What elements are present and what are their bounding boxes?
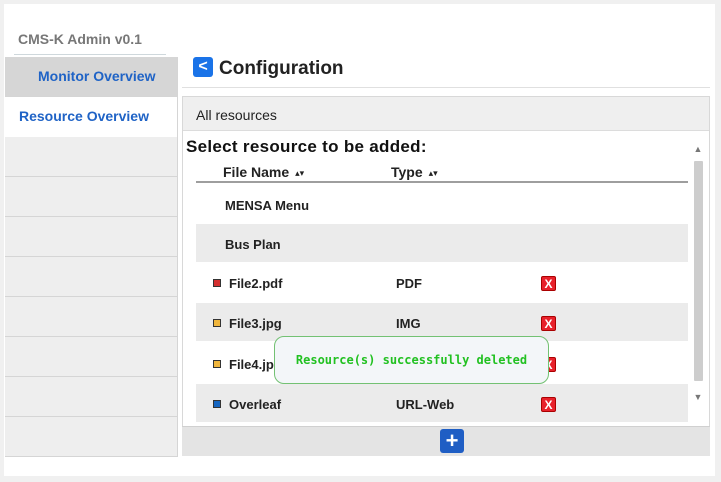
scroll-down-icon[interactable]: ▼ <box>692 391 704 403</box>
sidebar-empty-row <box>5 257 178 297</box>
scrollbar[interactable]: ▲ ▼ <box>692 143 704 403</box>
scrollbar-thumb[interactable] <box>694 161 703 381</box>
table-row[interactable]: File2.pdf PDF X <box>196 263 688 301</box>
sidebar-empty-row <box>5 337 178 377</box>
add-resource-button[interactable]: + <box>440 429 464 453</box>
close-icon: X <box>544 398 553 412</box>
back-button[interactable]: < <box>193 57 213 77</box>
resource-name: File2.pdf <box>229 276 283 291</box>
delete-button[interactable]: X <box>541 316 556 331</box>
section-heading: Select resource to be added: <box>186 137 427 156</box>
file-type-icon <box>213 360 221 368</box>
page-title: Configuration <box>219 58 344 79</box>
sidebar: Monitor Overview Resource Overview <box>5 57 178 457</box>
sidebar-empty-row <box>5 137 178 177</box>
close-icon: X <box>544 277 553 291</box>
sort-icon[interactable]: ▴▾ <box>429 168 438 178</box>
sidebar-empty-row <box>5 217 178 257</box>
resource-type: URL-Web <box>396 397 455 412</box>
column-header-file-name[interactable]: File Name ▴▾ <box>223 164 304 180</box>
resource-name: File4.jp <box>229 357 274 372</box>
file-type-icon <box>213 400 221 408</box>
plus-icon: + <box>445 428 459 453</box>
scroll-up-icon[interactable]: ▲ <box>692 143 704 155</box>
delete-button[interactable]: X <box>541 276 556 291</box>
file-type-icon <box>213 279 221 287</box>
sidebar-empty-row <box>5 297 178 337</box>
sidebar-item-resource-overview[interactable]: Resource Overview <box>5 97 178 137</box>
sidebar-empty-row <box>5 177 178 217</box>
close-icon: X <box>544 317 553 331</box>
sidebar-item-label: Resource Overview <box>19 108 149 124</box>
title-underline <box>14 54 166 55</box>
table-row[interactable]: Overleaf URL-Web X <box>196 384 688 422</box>
resource-name: Overleaf <box>229 397 282 412</box>
sidebar-empty-row <box>5 417 178 457</box>
sidebar-item-monitor-overview[interactable]: Monitor Overview <box>5 57 178 97</box>
divider <box>182 87 710 88</box>
app-title: CMS-K Admin v0.1 <box>18 31 142 47</box>
table-row[interactable]: MENSA Menu <box>196 185 688 223</box>
resource-name: Bus Plan <box>225 237 281 252</box>
column-header-type[interactable]: Type ▴▾ <box>391 164 438 180</box>
panel-header-label: All resources <box>196 107 277 123</box>
resource-name: MENSA Menu <box>225 198 310 213</box>
table-row[interactable]: Bus Plan <box>196 224 688 262</box>
chevron-left-icon: < <box>198 58 208 75</box>
success-toast: Resource(s) successfully deleted <box>274 336 549 384</box>
column-header-label: File Name <box>223 164 290 180</box>
resource-name: File3.jpg <box>229 316 282 331</box>
sidebar-item-label: Monitor Overview <box>38 68 156 84</box>
sidebar-empty-row <box>5 377 178 417</box>
toast-message: Resource(s) successfully deleted <box>295 353 528 367</box>
sort-icon[interactable]: ▴▾ <box>295 168 304 178</box>
resource-type: IMG <box>396 316 421 331</box>
header-divider <box>196 181 688 183</box>
panel-header: All resources <box>183 97 709 131</box>
column-header-label: Type <box>391 164 423 180</box>
delete-button[interactable]: X <box>541 397 556 412</box>
file-type-icon <box>213 319 221 327</box>
resource-type: PDF <box>396 276 422 291</box>
